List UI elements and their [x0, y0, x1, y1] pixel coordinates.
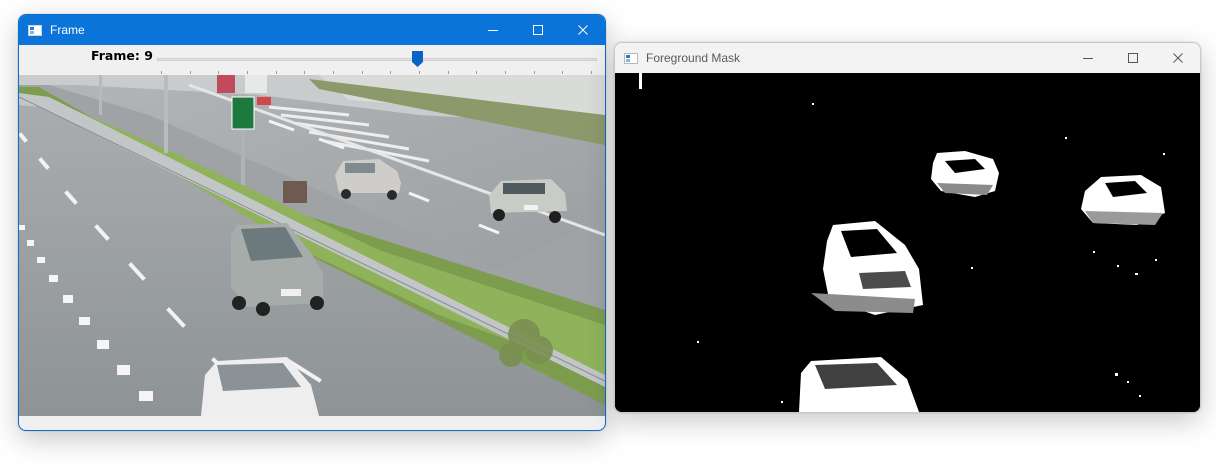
maximize-button[interactable] — [1110, 43, 1155, 73]
trackbar-tick — [247, 71, 248, 74]
trackbar-tick — [390, 71, 392, 74]
trackbar-track[interactable] — [157, 58, 597, 61]
trackbar-tick — [361, 71, 363, 74]
highway-scene — [19, 75, 605, 416]
minimize-button[interactable] — [470, 15, 515, 45]
trackbar-tick — [161, 71, 162, 74]
maximize-button[interactable] — [515, 15, 560, 45]
trackbar-tick — [476, 71, 478, 74]
close-icon — [1172, 53, 1183, 63]
maximize-icon — [1127, 53, 1138, 63]
trackbar-tick — [333, 71, 334, 74]
app-icon — [624, 52, 638, 64]
mask-titlebar[interactable]: Foreground Mask — [615, 43, 1200, 73]
frame-window[interactable]: Frame Frame: 9 — [18, 14, 606, 431]
video-frame-image — [19, 75, 605, 416]
app-icon — [28, 24, 42, 36]
frame-title: Frame — [50, 23, 85, 37]
close-button[interactable] — [1155, 43, 1200, 73]
trackbar-label: Frame: 9 — [91, 48, 153, 63]
close-button[interactable] — [560, 15, 605, 45]
trackbar-tick — [218, 71, 220, 74]
foreground-mask-image — [615, 73, 1200, 412]
trackbar-tick — [505, 71, 506, 74]
minimize-icon — [1082, 58, 1093, 59]
mask-title: Foreground Mask — [646, 51, 741, 65]
trackbar-tick — [562, 71, 564, 74]
trackbar-tick — [591, 71, 592, 74]
trackbar-tick — [533, 71, 535, 74]
trackbar-tick — [275, 71, 277, 74]
trackbar-tick — [447, 71, 449, 74]
mask-car-1 — [931, 151, 999, 197]
trackbar-tick — [189, 71, 191, 74]
mask-window[interactable]: Foreground Mask — [614, 42, 1201, 413]
trackbar-tick — [419, 71, 420, 74]
minimize-button[interactable] — [1065, 43, 1110, 73]
mask-silhouettes — [615, 73, 1200, 412]
maximize-icon — [532, 25, 543, 35]
frame-trackbar[interactable]: Frame: 9 — [19, 45, 605, 75]
close-icon — [577, 25, 588, 35]
minimize-icon — [487, 30, 498, 31]
slider-thumb[interactable] — [411, 51, 423, 67]
trackbar-tick — [304, 71, 306, 74]
frame-titlebar[interactable]: Frame — [19, 15, 605, 45]
road-sign — [231, 96, 255, 130]
